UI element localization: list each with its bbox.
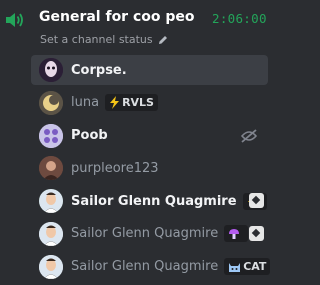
voice-user-row[interactable]: Corpse.: [31, 55, 268, 85]
clan-tag-text: RVLS: [122, 96, 154, 110]
username[interactable]: luna: [71, 95, 99, 110]
channel-status[interactable]: Set a channel status: [40, 33, 168, 46]
username[interactable]: Corpse.: [71, 63, 127, 78]
speaker-icon: [6, 13, 23, 27]
username[interactable]: purpleore123: [71, 161, 159, 176]
voice-channel-header: General for coo peo... 2:06:00 Set a cha…: [0, 0, 268, 52]
avatar[interactable]: [39, 58, 63, 82]
username[interactable]: Poob: [71, 128, 108, 143]
channel-name[interactable]: General for coo peo...: [39, 9, 194, 25]
clan-tag-text: CAT: [243, 260, 267, 274]
clan-tag[interactable]: [224, 225, 249, 243]
cat-icon: [228, 261, 241, 273]
muted-stream-icon: [240, 128, 258, 148]
clan-tag[interactable]: RVLS: [105, 94, 158, 112]
voice-user-row[interactable]: Sailor Glenn Quagmire: [31, 186, 268, 216]
avatar[interactable]: [39, 156, 63, 181]
voice-user-row[interactable]: luna RVLS: [31, 88, 268, 118]
username[interactable]: Sailor Glenn Quagmire: [71, 226, 218, 241]
activity-icon: [249, 225, 264, 241]
clan-tag[interactable]: CAT: [224, 258, 271, 276]
lightning-icon: [109, 96, 120, 110]
voice-user-row[interactable]: Sailor Glenn Quagmire: [31, 219, 268, 249]
username[interactable]: Sailor Glenn Quagmire: [71, 194, 237, 209]
mushroom-icon: [228, 228, 240, 240]
voice-user-row[interactable]: Sailor Glenn Quagmire CAT: [31, 252, 271, 282]
pencil-icon[interactable]: [158, 35, 168, 45]
avatar[interactable]: [39, 254, 63, 279]
avatar[interactable]: [39, 189, 63, 214]
voice-timer: 2:06:00: [212, 11, 267, 26]
activity-icon: [249, 193, 264, 209]
voice-user-row[interactable]: purpleore123: [31, 153, 268, 183]
voice-user-list: Corpse. luna RVLS Poob purpleore123 Sailor Gl…: [31, 55, 271, 285]
username[interactable]: Sailor Glenn Quagmire: [71, 259, 218, 274]
channel-status-label[interactable]: Set a channel status: [40, 33, 153, 46]
avatar[interactable]: [39, 221, 63, 246]
voice-user-row[interactable]: Poob: [31, 121, 268, 151]
avatar[interactable]: [39, 90, 63, 115]
avatar[interactable]: [39, 123, 63, 148]
